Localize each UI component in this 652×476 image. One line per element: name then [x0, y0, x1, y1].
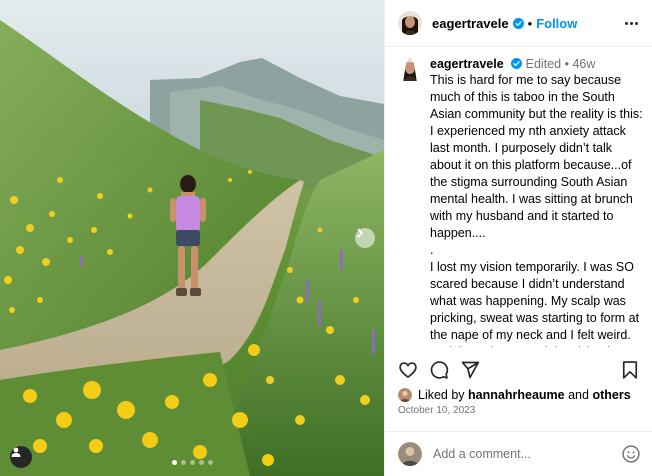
comment-icon: [430, 361, 449, 379]
likes-others-link[interactable]: others: [592, 388, 630, 402]
chevron-right-icon: [357, 228, 363, 238]
carousel-dot: [190, 460, 195, 465]
verified-badge-icon: [511, 58, 523, 69]
heart-icon: [399, 362, 417, 378]
avatar: [398, 442, 422, 466]
more-options-icon[interactable]: [625, 21, 638, 25]
liked-by-user-link[interactable]: hannahrheaume: [468, 388, 565, 402]
post-header: eagertravele • Follow: [385, 0, 652, 47]
action-bar: [398, 356, 640, 384]
separator-dot: •: [564, 57, 569, 71]
caption-username[interactable]: eagertravele: [430, 57, 504, 71]
carousel-dot: [181, 460, 186, 465]
bookmark-icon: [622, 361, 638, 379]
avatar[interactable]: [398, 11, 422, 35]
caption-text: This is hard for me to say because much …: [430, 73, 643, 347]
carousel-dot: [199, 460, 204, 465]
likes-prefix: Liked by: [418, 388, 465, 402]
share-button[interactable]: [460, 360, 480, 380]
post-details-panel: eagertravele • Follow eagertravele Edite…: [384, 0, 652, 476]
username-link[interactable]: eagertravele: [432, 16, 509, 31]
post-photo[interactable]: [0, 0, 384, 476]
emoji-icon: [622, 445, 640, 463]
liker-avatar[interactable]: [398, 388, 412, 402]
share-icon: [461, 361, 480, 379]
carousel-indicator: [172, 460, 213, 465]
separator-dot: •: [527, 15, 533, 31]
like-button[interactable]: [398, 360, 418, 380]
carousel-dot: [208, 460, 213, 465]
avatar[interactable]: [398, 57, 422, 347]
carousel-dot: [172, 460, 177, 465]
caption-header: eagertravele Edited • 46w: [430, 57, 643, 72]
save-button[interactable]: [620, 360, 640, 380]
post-date[interactable]: October 10, 2023: [398, 405, 475, 416]
edited-label: Edited: [525, 57, 562, 71]
follow-button[interactable]: Follow: [536, 16, 577, 31]
comment-button[interactable]: [429, 360, 449, 380]
carousel-next-button[interactable]: [355, 228, 375, 248]
emoji-button[interactable]: [621, 444, 641, 464]
likes-conjunction: and: [568, 388, 589, 402]
likes-summary: Liked by hannahrheaume and others: [398, 388, 631, 402]
comment-input[interactable]: Add a comment...: [433, 447, 621, 461]
caption-body: eagertravele Edited • 46w This is hard f…: [430, 57, 643, 347]
tagged-users-button[interactable]: [10, 446, 32, 468]
comment-bar: Add a comment...: [385, 431, 652, 476]
verified-badge-icon: [512, 17, 524, 29]
post-age[interactable]: 46w: [572, 57, 595, 71]
landscape-illustration: [0, 0, 384, 476]
caption-section[interactable]: eagertravele Edited • 46w This is hard f…: [385, 47, 652, 347]
person-tag-icon: [11, 447, 21, 457]
